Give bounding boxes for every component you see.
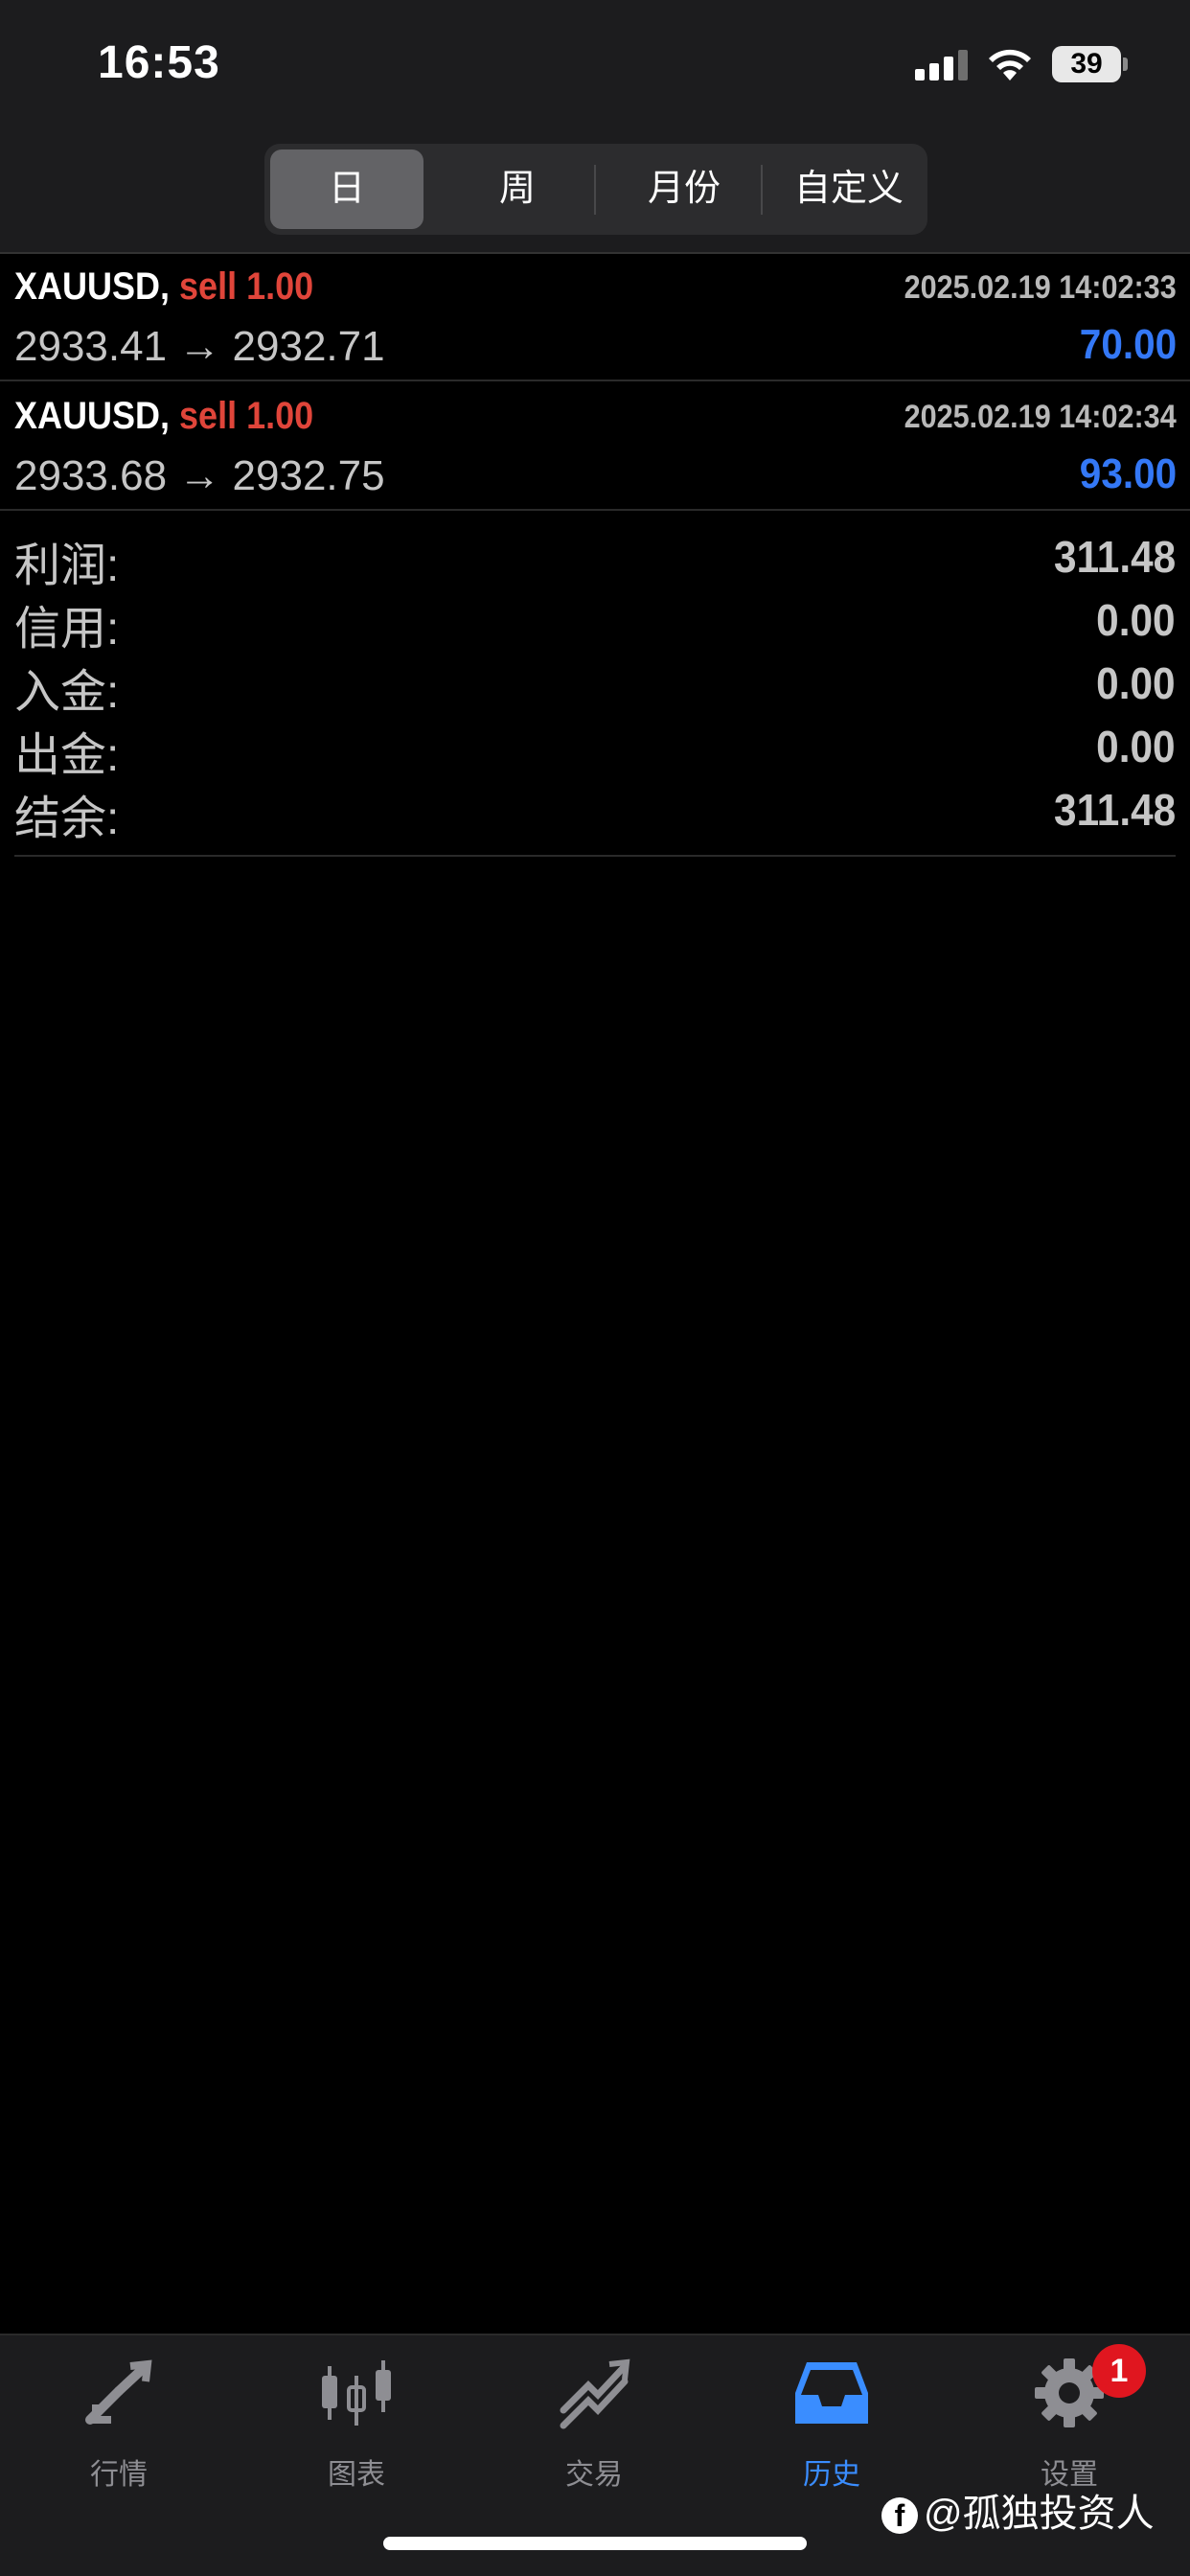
summary-value: 311.48 — [1053, 532, 1176, 582]
arrow-icon: → — [178, 323, 221, 370]
trade-side: sell — [179, 395, 238, 437]
summary-label: 出金: — [14, 730, 120, 781]
summary-label: 入金: — [14, 667, 120, 718]
segment-divider — [761, 165, 763, 215]
tab-label: 行情 — [90, 2459, 148, 2491]
trade-profit: 93.00 — [1079, 450, 1177, 497]
tab-label: 交易 — [565, 2459, 623, 2491]
tab-label: 图表 — [328, 2459, 385, 2491]
symbol-name: XAUUSD, — [14, 265, 171, 308]
period-tab-week[interactable]: 周 — [441, 150, 594, 229]
facebook-icon: f — [881, 2497, 918, 2535]
quotes-icon — [85, 2359, 152, 2425]
symbol-name: XAUUSD, — [14, 395, 171, 437]
period-tab-day[interactable]: 日 — [270, 150, 423, 229]
summary-label: 利润: — [14, 540, 120, 591]
open-price: 2933.68 — [14, 452, 168, 499]
watermark: f @孤独投资人 — [881, 2482, 1155, 2538]
trade-prices: 2933.41 → 2932.71 — [14, 323, 385, 371]
trade-volume: 1.00 — [246, 265, 314, 308]
summary-row-deposit: 入金: 0.00 — [14, 654, 1176, 718]
history-icon — [795, 2362, 868, 2424]
arrow-icon: → — [178, 452, 221, 499]
chart-icon — [322, 2360, 391, 2426]
period-segmented-control: 日 周 月份 自定义 — [264, 144, 927, 235]
battery-icon: 39 — [1052, 46, 1121, 82]
status-bar: 16:53 39 — [0, 0, 1190, 134]
settings-badge: 1 — [1092, 2344, 1146, 2398]
period-tab-custom[interactable]: 自定义 — [772, 150, 926, 229]
segment-divider — [594, 165, 596, 215]
period-tab-month[interactable]: 月份 — [607, 150, 761, 229]
battery-tip — [1123, 58, 1128, 71]
summary-label: 信用: — [14, 604, 120, 655]
trade-prices: 2933.68 → 2932.75 — [14, 452, 385, 500]
summary-value: 0.00 — [1096, 658, 1176, 708]
trade-datetime: 2025.02.19 14:02:34 — [904, 399, 1177, 435]
period-toolbar: 日 周 月份 自定义 — [0, 134, 1190, 254]
tab-quotes[interactable]: 行情 — [23, 2355, 215, 2508]
trade-volume: 1.00 — [246, 395, 314, 437]
status-time: 16:53 — [98, 37, 220, 88]
home-indicator[interactable] — [383, 2537, 807, 2550]
trade-datetime: 2025.02.19 14:02:33 — [904, 269, 1177, 306]
tab-trade[interactable]: 交易 — [498, 2355, 690, 2508]
summary-row-withdrawal: 出金: 0.00 — [14, 717, 1176, 781]
summary-value: 0.00 — [1096, 722, 1176, 771]
trade-row[interactable]: XAUUSD, sell 1.00 2933.68 → 2932.75 2025… — [0, 383, 1190, 511]
summary-row-balance: 结余: 311.48 — [14, 780, 1176, 844]
trade-row[interactable]: XAUUSD, sell 1.00 2933.41 → 2932.71 2025… — [0, 254, 1190, 381]
tab-chart[interactable]: 图表 — [261, 2355, 452, 2508]
trade-side: sell — [179, 265, 238, 308]
trade-symbol: XAUUSD, sell 1.00 — [14, 395, 313, 438]
summary-row-profit: 利润: 311.48 — [14, 527, 1176, 591]
watermark-text: @孤独投资人 — [924, 2493, 1155, 2535]
trade-icon — [560, 2358, 630, 2429]
summary-value: 0.00 — [1096, 595, 1176, 645]
trade-profit: 70.00 — [1079, 321, 1177, 368]
close-price: 2932.71 — [232, 323, 385, 370]
account-summary: 利润: 311.48 信用: 0.00 入金: 0.00 出金: 0.00 结余… — [14, 527, 1176, 857]
cellular-signal-icon — [915, 50, 969, 80]
summary-value: 311.48 — [1053, 785, 1176, 835]
close-price: 2932.75 — [232, 452, 385, 499]
trade-symbol: XAUUSD, sell 1.00 — [14, 265, 313, 309]
open-price: 2933.41 — [14, 323, 168, 370]
summary-label: 结余: — [14, 794, 120, 844]
wifi-icon — [989, 49, 1031, 80]
summary-row-credit: 信用: 0.00 — [14, 590, 1176, 655]
